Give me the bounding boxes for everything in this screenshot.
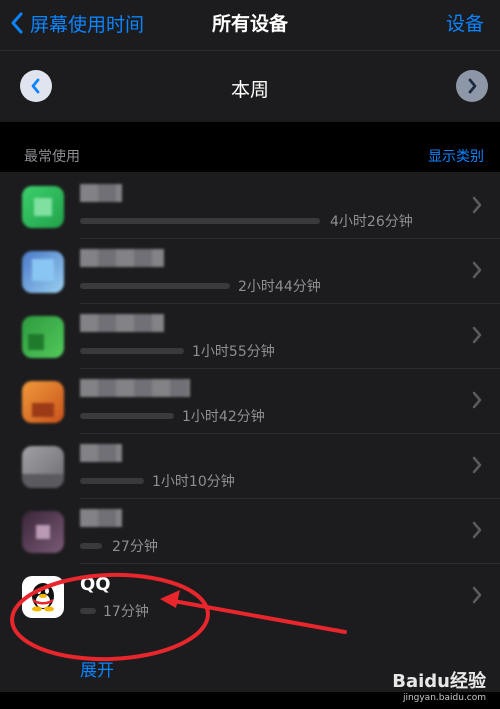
watermark-url: jingyan.baidu.com xyxy=(402,693,486,703)
devices-button[interactable]: 设备 xyxy=(446,9,484,36)
chevron-right-icon xyxy=(472,196,482,214)
app-name: QQ xyxy=(80,574,111,595)
list-item[interactable]: 1小时55分钟 xyxy=(0,304,500,369)
week-title: 本周 xyxy=(230,79,269,101)
qq-penguin-icon xyxy=(32,583,54,612)
page-title: 所有设备 xyxy=(211,13,288,35)
app-name-redacted xyxy=(80,444,122,462)
week-selector: 本周 xyxy=(0,50,500,123)
usage-time: 17分钟 xyxy=(103,604,149,620)
app-icon xyxy=(22,316,64,358)
chevron-right-icon xyxy=(472,326,482,344)
usage-time: 4小时26分钟 xyxy=(330,214,413,230)
usage-bar xyxy=(80,218,320,224)
chevron-right-icon xyxy=(472,586,482,604)
next-week-button[interactable] xyxy=(456,70,488,102)
usage-time: 27分钟 xyxy=(112,539,158,555)
list-item[interactable]: 1小时10分钟 xyxy=(0,434,500,499)
list-item[interactable]: 27分钟 xyxy=(0,499,500,564)
app-name-redacted xyxy=(80,509,122,527)
show-categories-button[interactable]: 显示类别 xyxy=(428,146,484,166)
watermark-brand: Baidu经验 xyxy=(392,671,486,692)
app-name-redacted xyxy=(80,379,190,397)
app-icon xyxy=(22,511,64,553)
app-name-redacted xyxy=(80,184,122,202)
app-icon xyxy=(22,381,64,423)
usage-time: 1小时42分钟 xyxy=(182,409,265,425)
list-item[interactable]: 1小时42分钟 xyxy=(0,369,500,434)
usage-bar xyxy=(80,348,184,354)
app-usage-list: 4小时26分钟 2小时44分钟 1小时55分钟 1小时42分钟 1小时10分钟 … xyxy=(0,172,500,692)
most-used-label: 最常使用 xyxy=(24,149,80,165)
list-item[interactable]: 2小时44分钟 xyxy=(0,239,500,304)
usage-bar xyxy=(80,413,174,419)
chevron-right-icon xyxy=(472,456,482,474)
chevron-right-icon xyxy=(468,78,477,94)
navigation-bar: 屏幕使用时间 所有设备 设备 xyxy=(0,0,500,50)
app-icon xyxy=(22,251,64,293)
app-icon xyxy=(22,186,64,228)
chevron-right-icon xyxy=(472,391,482,409)
app-name-redacted xyxy=(80,249,164,267)
usage-bar xyxy=(80,543,102,549)
section-header: 最常使用 显示类别 xyxy=(0,122,500,172)
watermark: Baidu经验 jingyan.baidu.com xyxy=(392,667,486,703)
usage-time: 2小时44分钟 xyxy=(238,279,321,295)
usage-bar xyxy=(80,283,230,289)
list-item-qq[interactable]: QQ 17分钟 xyxy=(0,564,500,629)
qq-app-icon xyxy=(22,576,64,618)
list-item[interactable]: 4小时26分钟 xyxy=(0,174,500,239)
usage-time: 1小时55分钟 xyxy=(192,344,275,360)
chevron-right-icon xyxy=(472,521,482,539)
usage-bar xyxy=(80,478,144,484)
expand-button[interactable]: 展开 xyxy=(80,656,114,681)
usage-bar xyxy=(80,608,96,614)
chevron-right-icon xyxy=(472,261,482,279)
app-name-redacted xyxy=(80,314,164,332)
usage-time: 1小时10分钟 xyxy=(152,474,235,490)
app-icon xyxy=(22,446,64,488)
